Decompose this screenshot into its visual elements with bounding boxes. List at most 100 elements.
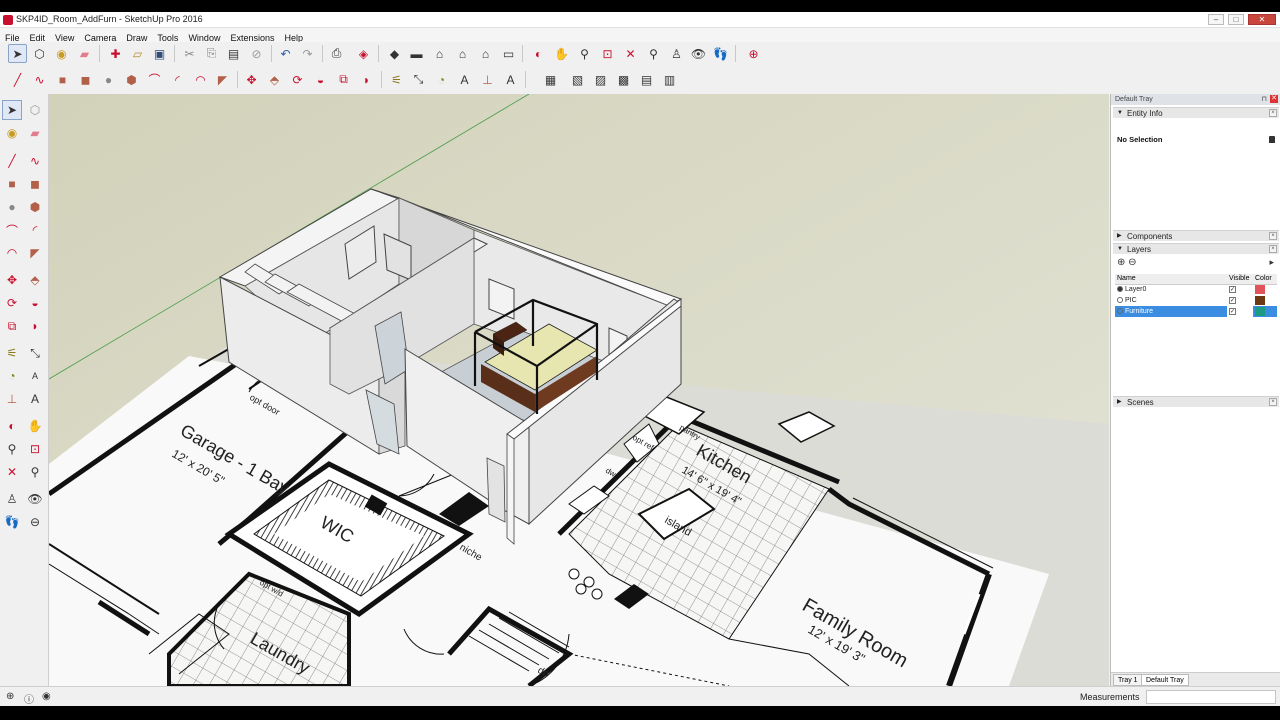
freehand-tool-icon[interactable]: ∿ [30,70,49,89]
monochrome-style-icon[interactable]: ▥ [660,70,679,89]
walk-icon[interactable]: 👣 [2,512,22,532]
three-point-arc-icon[interactable]: ◠ [2,243,22,263]
push-pull-icon[interactable]: ⬘ [25,270,45,290]
look-around-icon[interactable]: 👁 [689,44,708,63]
zoom-icon[interactable]: ⚲ [575,44,594,63]
hidden-line-style-icon[interactable]: ▨ [591,70,610,89]
scenes-header[interactable]: ▶ Scenes × [1113,396,1279,407]
entity-info-header[interactable]: ▼ Entity Info × [1113,107,1279,118]
components-header[interactable]: ▶ Components × [1113,230,1279,241]
offset-tool-icon[interactable]: ◗ [357,70,376,89]
tab-default-tray[interactable]: Default Tray [1141,674,1189,686]
orbit-icon[interactable]: ◐ [2,416,22,436]
layer-color-swatch[interactable] [1255,285,1265,295]
top-view-icon[interactable]: ▬ [407,44,426,63]
current-layer-radio[interactable] [1117,308,1123,315]
layer-row[interactable]: Layer0 ✓ [1115,284,1277,295]
pie-tool-icon[interactable]: ◤ [25,243,45,263]
offset-tool-icon[interactable]: ◗ [25,316,45,336]
panel-close-icon[interactable]: × [1269,245,1277,253]
pan-icon[interactable]: ✋ [552,44,571,63]
back-view-icon[interactable]: ⌂ [476,44,495,63]
layer-name[interactable]: PIC [1125,297,1137,304]
text-tool-icon[interactable]: A [25,366,45,386]
layer-color-swatch[interactable] [1255,307,1265,316]
copy-icon[interactable]: ⎘ [202,44,221,63]
pin-icon[interactable]: ⊓ [1262,94,1267,105]
polygon-tool-icon[interactable]: ⬢ [25,197,45,217]
cut-icon[interactable]: ✂ [180,44,199,63]
make-component-icon[interactable]: ⬡ [25,100,45,120]
layer-details-icon[interactable]: ▸ [1269,257,1274,268]
3d-text-icon[interactable]: A [501,70,520,89]
shaded-textures-style-icon[interactable]: ▤ [637,70,656,89]
user-icon[interactable]: ◉ [42,691,51,702]
print-icon[interactable]: ⎙ [327,44,346,63]
select-tool-icon[interactable]: ➤ [8,44,27,63]
line-tool-icon[interactable]: ╱ [2,151,22,171]
undo-icon[interactable]: ↶ [276,44,295,63]
current-layer-radio[interactable] [1117,286,1123,293]
extension-warehouse-icon[interactable]: ⊕ [744,44,763,63]
zoom-icon[interactable]: ⚲ [2,439,22,459]
polygon-tool-icon[interactable]: ⬢ [122,70,141,89]
credits-icon[interactable]: ⓘ [24,691,34,706]
paste-icon[interactable]: ▤ [224,44,243,63]
arc-tool-icon[interactable]: ⌒ [145,70,164,89]
previous-view-icon[interactable]: ⚲ [25,462,45,482]
layers-col-name[interactable]: Name [1115,274,1227,285]
layer-row-selected[interactable]: Furniture ✓ [1115,306,1277,317]
layer-color-swatch[interactable] [1255,296,1265,305]
section-plane-icon[interactable]: ⊖ [25,512,45,532]
minimize-button[interactable]: – [1208,14,1224,25]
paint-bucket-icon[interactable]: ◉ [2,123,22,143]
zoom-window-icon[interactable]: ⊡ [25,439,45,459]
save-icon[interactable]: ▣ [150,44,169,63]
layer-name[interactable]: Furniture [1125,308,1153,315]
rotated-rectangle-icon[interactable]: ◼ [25,174,45,194]
current-layer-radio[interactable] [1117,297,1123,304]
look-around-icon[interactable]: 👁 [25,489,45,509]
visible-checkbox[interactable]: ✓ [1229,286,1236,294]
dimension-tool-icon[interactable]: ⤡ [409,70,428,89]
orbit-icon[interactable]: ◐ [529,44,548,63]
scale-tool-icon[interactable]: ⧉ [334,70,353,89]
delete-layer-icon[interactable]: ⊖ [1128,257,1136,268]
arc-tool-icon[interactable]: ⌒ [2,220,22,240]
axes-tool-icon[interactable]: ⊥ [2,389,22,409]
close-button[interactable]: ✕ [1248,14,1276,25]
freehand-tool-icon[interactable]: ∿ [25,151,45,171]
shaded-style-icon[interactable]: ▩ [614,70,633,89]
delete-icon[interactable]: ⊘ [247,44,266,63]
two-point-arc-icon[interactable]: ◜ [168,70,187,89]
iso-view-icon[interactable]: ◆ [385,44,404,63]
maximize-button[interactable]: □ [1228,14,1244,25]
pan-icon[interactable]: ✋ [25,416,45,436]
layers-header[interactable]: ▼ Layers × [1113,243,1279,254]
right-view-icon[interactable]: ⌂ [453,44,472,63]
three-point-arc-icon[interactable]: ◠ [191,70,210,89]
protractor-icon[interactable]: ◔ [2,366,22,386]
rectangle-tool-icon[interactable]: ■ [2,174,22,194]
layer-name[interactable]: Layer0 [1125,286,1146,293]
eraser-icon[interactable]: ▰ [25,123,45,143]
make-component-icon[interactable]: ⬡ [30,44,49,63]
layers-col-visible[interactable]: Visible [1227,274,1253,285]
zoom-extents-icon[interactable]: ✕ [2,462,22,482]
xray-style-icon[interactable]: ▦ [541,70,560,89]
scale-tool-icon[interactable]: ⧉ [2,316,22,336]
rotate-tool-icon[interactable]: ⟳ [2,293,22,313]
redo-icon[interactable]: ↷ [298,44,317,63]
panel-close-icon[interactable]: × [1269,232,1277,240]
circle-tool-icon[interactable]: ● [2,197,22,217]
rectangle-tool-icon[interactable]: ■ [53,70,72,89]
paint-bucket-icon[interactable]: ◉ [52,44,71,63]
3d-text-icon[interactable]: A [25,389,45,409]
left-view-icon[interactable]: ▭ [499,44,518,63]
rotated-rectangle-icon[interactable]: ◼ [76,70,95,89]
visible-checkbox[interactable]: ✓ [1229,297,1236,304]
lock-icon[interactable] [1269,136,1275,143]
model-viewport[interactable]: opt door Garage - 1 Bay 12' x 20' 5" WIC… [49,94,1109,686]
tape-measure-icon[interactable]: ⚟ [2,343,22,363]
geo-location-icon[interactable]: ⊕ [6,691,14,702]
